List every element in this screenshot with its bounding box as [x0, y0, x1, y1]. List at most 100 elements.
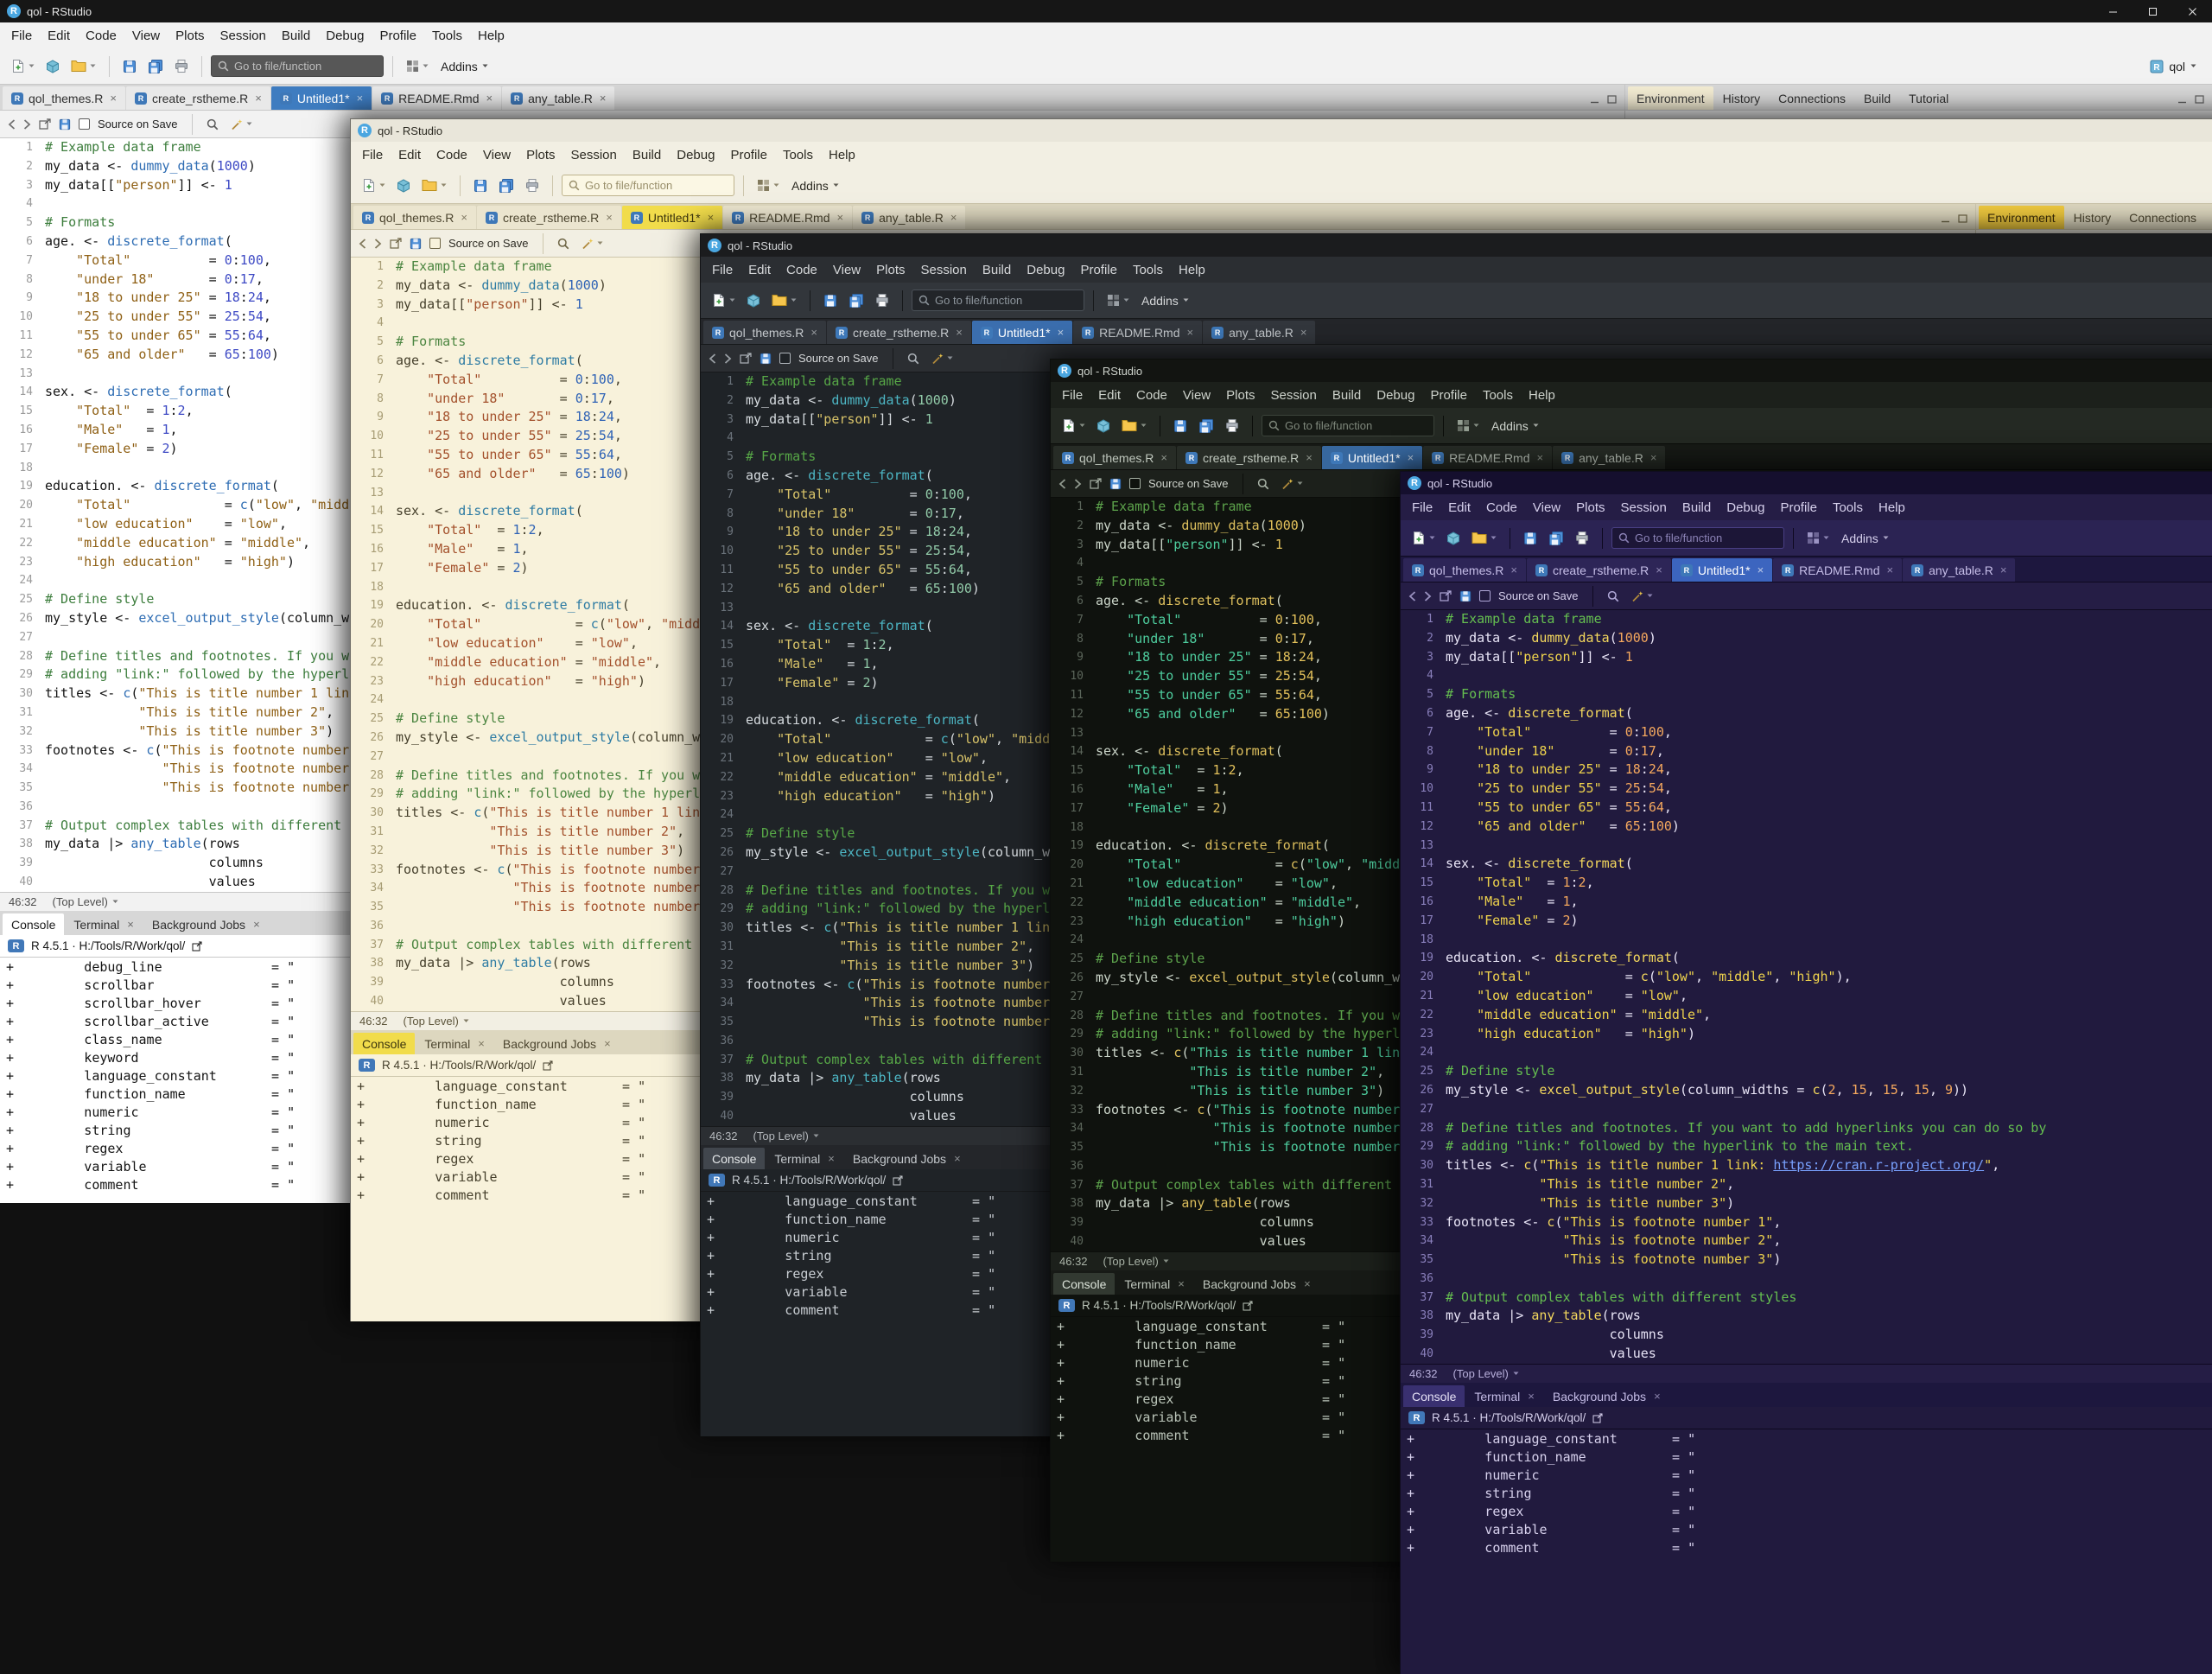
tab-readme-rmd[interactable]: RREADME.Rmd× [1073, 321, 1202, 344]
tab-console[interactable]: Console [353, 1033, 415, 1054]
menu-profile[interactable]: Profile [722, 145, 775, 165]
close-tab-icon[interactable]: × [1510, 563, 1517, 576]
new-file-button[interactable] [708, 290, 740, 311]
menu-file[interactable]: File [3, 26, 40, 46]
external-link-icon[interactable] [1592, 1413, 1603, 1423]
code-editor[interactable]: 1# Example data frame2my_data <- dummy_d… [1401, 610, 2212, 1364]
menu-plots[interactable]: Plots [1568, 498, 1612, 518]
save-all-button[interactable] [143, 56, 168, 77]
tab-untitled1[interactable]: RUntitled1*× [271, 86, 372, 110]
save-button[interactable] [118, 56, 141, 77]
tab-background-jobs[interactable]: Background Jobs× [494, 1033, 620, 1054]
source-on-save-checkbox[interactable] [79, 118, 90, 130]
save-icon[interactable] [410, 238, 422, 250]
menu-profile[interactable]: Profile [372, 26, 424, 46]
back-icon[interactable] [359, 239, 366, 249]
menu-file[interactable]: File [704, 260, 741, 280]
menu-edit[interactable]: Edit [1090, 385, 1128, 405]
goto-file-search[interactable] [562, 175, 734, 196]
close-tab-icon[interactable]: × [110, 92, 117, 105]
minimize-button[interactable] [2093, 0, 2133, 22]
close-tab-icon[interactable]: × [1654, 1390, 1661, 1403]
scope-selector[interactable]: (Top Level) [404, 1015, 469, 1028]
tab-build[interactable]: Build [1855, 86, 1899, 110]
print-button[interactable] [1221, 416, 1243, 436]
tab-create-rstheme-r[interactable]: Rcreate_rstheme.R× [1527, 558, 1671, 582]
tab-background-jobs[interactable]: Background Jobs× [1544, 1385, 1669, 1407]
close-tab-icon[interactable]: × [606, 211, 613, 224]
menu-tools[interactable]: Tools [1125, 260, 1171, 280]
menu-code[interactable]: Code [1478, 498, 1525, 518]
print-button[interactable] [521, 175, 543, 195]
addins-button[interactable]: Addins [1136, 290, 1194, 311]
tab-history[interactable]: History [2065, 206, 2120, 229]
tab-qol-themes-r[interactable]: Rqol_themes.R× [1403, 558, 1526, 582]
menu-debug[interactable]: Debug [1019, 260, 1072, 280]
close-tab-icon[interactable]: × [1304, 1277, 1311, 1290]
addins-button[interactable]: Addins [1836, 528, 1894, 549]
goto-file-input[interactable] [1635, 531, 1777, 544]
menu-profile[interactable]: Profile [1072, 260, 1125, 280]
menu-code[interactable]: Code [779, 260, 825, 280]
external-link-icon[interactable] [192, 941, 202, 952]
tab-console[interactable]: Console [703, 1148, 765, 1169]
project-menu-button[interactable]: R qol [2141, 56, 2205, 77]
workspace-panes-button[interactable] [402, 56, 433, 76]
tab-create-rstheme-r[interactable]: Rcreate_rstheme.R× [126, 86, 270, 110]
new-file-button[interactable] [1408, 527, 1440, 549]
menu-tools[interactable]: Tools [424, 26, 470, 46]
goto-file-search[interactable] [1611, 527, 1784, 549]
tab-background-jobs[interactable]: Background Jobs× [143, 913, 269, 935]
open-in-window-icon[interactable] [740, 353, 752, 364]
menu-plots[interactable]: Plots [518, 145, 563, 165]
new-project-button[interactable] [1442, 528, 1465, 549]
menu-help[interactable]: Help [1171, 260, 1213, 280]
open-file-button[interactable] [1117, 416, 1151, 436]
source-on-save-checkbox[interactable] [779, 353, 791, 364]
menu-build[interactable]: Build [1675, 498, 1719, 518]
source-on-save-checkbox[interactable] [429, 238, 441, 249]
tab-history[interactable]: History [1714, 86, 1770, 110]
menu-tools[interactable]: Tools [1825, 498, 1871, 518]
menu-session[interactable]: Session [913, 260, 975, 280]
tab-console[interactable]: Console [3, 913, 64, 935]
forward-icon[interactable] [1074, 479, 1082, 489]
menu-build[interactable]: Build [625, 145, 669, 165]
menu-debug[interactable]: Debug [669, 145, 722, 165]
scope-selector[interactable]: (Top Level) [1103, 1255, 1169, 1268]
source-on-save-checkbox[interactable] [1129, 478, 1141, 489]
print-button[interactable] [871, 290, 893, 310]
menu-debug[interactable]: Debug [1719, 498, 1772, 518]
new-file-button[interactable] [358, 175, 390, 196]
save-icon[interactable] [760, 353, 772, 365]
pane-maximize-icon[interactable] [2195, 95, 2204, 104]
pane-minimize-icon[interactable] [1941, 214, 1950, 223]
tab-background-jobs[interactable]: Background Jobs× [1194, 1273, 1319, 1295]
close-tab-icon[interactable]: × [127, 918, 134, 931]
close-tab-icon[interactable]: × [1306, 451, 1313, 464]
goto-file-input[interactable] [234, 60, 377, 73]
tab-create-rstheme-r[interactable]: Rcreate_rstheme.R× [477, 206, 621, 229]
menu-edit[interactable]: Edit [741, 260, 779, 280]
tab-untitled1[interactable]: RUntitled1*× [1672, 558, 1772, 582]
close-tab-icon[interactable]: × [1758, 563, 1764, 576]
save-button[interactable] [1519, 528, 1541, 549]
workspace-panes-button[interactable] [1452, 416, 1484, 436]
close-tab-icon[interactable]: × [956, 326, 963, 339]
close-tab-icon[interactable]: × [2000, 563, 2007, 576]
menu-build[interactable]: Build [274, 26, 318, 46]
close-tab-icon[interactable]: × [461, 211, 467, 224]
tab-connections[interactable]: Connections [2120, 206, 2205, 229]
back-icon[interactable] [1408, 591, 1416, 601]
external-link-icon[interactable] [893, 1175, 903, 1186]
menu-plots[interactable]: Plots [1218, 385, 1262, 405]
close-tab-icon[interactable]: × [1187, 326, 1194, 339]
pane-maximize-icon[interactable] [1607, 95, 1617, 104]
menu-plots[interactable]: Plots [868, 260, 912, 280]
tab-readme-rmd[interactable]: RREADME.Rmd× [372, 86, 501, 110]
code-tools-button[interactable] [1627, 587, 1657, 606]
back-icon[interactable] [1058, 479, 1066, 489]
close-tab-icon[interactable]: × [1178, 1277, 1185, 1290]
open-file-button[interactable] [767, 290, 801, 310]
addins-button[interactable]: Addins [435, 56, 493, 77]
